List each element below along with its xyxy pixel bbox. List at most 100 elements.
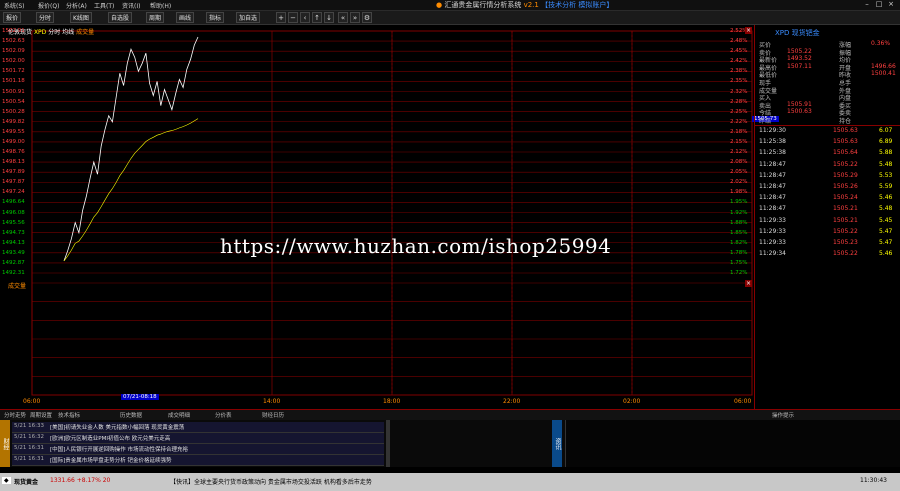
price-chart[interactable]	[0, 25, 753, 409]
quote-value: 1500.63	[787, 108, 812, 116]
quote-label: 持仓	[839, 118, 852, 125]
minimize-icon[interactable]: –	[862, 0, 872, 9]
account-label: 【技术分析 模拟账户】	[541, 1, 614, 9]
quote-panel: XPD 现货钯金 买价 涨幅 0.36% 卖价 1505.22 振幅 最新价 1493.52 均…	[754, 25, 900, 409]
period-button[interactable]: 周期	[146, 12, 165, 23]
close-icon[interactable]: ×	[886, 0, 896, 9]
tick-price: 1505.23	[833, 239, 858, 246]
quote-button[interactable]: 报价	[3, 12, 22, 23]
tab-tips[interactable]: 操作提示	[772, 411, 794, 419]
tick-price: 1505.63	[833, 138, 858, 146]
app-logo-icon: ●	[436, 1, 443, 9]
tick-price: 1505.24	[833, 194, 858, 202]
quote-label: 昨结	[759, 118, 772, 125]
menu-tools[interactable]: 工具(T)	[94, 1, 114, 10]
percent-tick: 2.42%	[730, 58, 748, 65]
average-line	[63, 118, 199, 262]
add-watch-button[interactable]: 加自选	[236, 12, 261, 23]
tick-volume: 5.47	[879, 239, 893, 246]
news-item[interactable]: 5/21 16:31 [中国]人民银行开展逆回购操作 市场流动性保持合理充裕	[12, 444, 384, 455]
fast-back-icon[interactable]: «	[338, 12, 348, 23]
timeshare-button[interactable]: 分时	[36, 12, 55, 23]
tab-period[interactable]: 周期设置	[30, 411, 52, 419]
quote-value: 0.36%	[871, 40, 891, 47]
percent-tick: 2.48%	[730, 38, 748, 45]
tick-volume: 5.88	[879, 149, 893, 157]
price-tick: 1492.87	[2, 259, 25, 266]
tick-price: 1505.21	[833, 216, 858, 224]
price-tick: 1500.54	[2, 98, 25, 105]
tab-indicator[interactable]: 技术指标	[58, 411, 80, 419]
zoom-out-icon[interactable]: −	[288, 12, 298, 23]
price-tick: 1497.87	[2, 179, 25, 186]
zoom-in-icon[interactable]: +	[276, 12, 286, 23]
quote-value: 1500.41	[871, 70, 896, 78]
maximize-icon[interactable]: □	[874, 0, 884, 9]
price-tick: 1501.18	[2, 78, 25, 85]
menu-analysis[interactable]: 分析(A)	[66, 1, 87, 10]
tick-row: 11:25:38 1505.64 5.88	[755, 149, 900, 159]
tick-price: 1505.21	[833, 205, 858, 213]
tick-time: 11:28:47	[759, 205, 786, 213]
percent-tick: 2.05%	[730, 169, 748, 176]
news-item[interactable]: 5/21 16:32 [欧洲]欧元区制造业PMI初值公布 欧元兑美元走高	[12, 433, 384, 444]
tick-price: 1505.64	[833, 149, 858, 157]
tab-history[interactable]: 历史数据	[120, 411, 142, 419]
percent-tick: 1.82%	[730, 239, 748, 246]
tick-volume: 5.46	[879, 194, 893, 202]
tick-volume: 5.46	[879, 250, 893, 258]
fast-forward-icon[interactable]: »	[350, 12, 360, 23]
tick-row: 11:28:47 1505.22 5.48	[755, 161, 900, 171]
menu-system[interactable]: 系统(S)	[4, 1, 25, 10]
news-item[interactable]: 5/21 16:31 [国际]贵金属市场早盘走势分析 钯金价格延续强势	[12, 455, 384, 466]
tab-calendar[interactable]: 财经日历	[262, 411, 284, 419]
price-tick: 1502.91	[2, 28, 25, 34]
start-icon[interactable]: ◆	[2, 477, 11, 484]
info-area	[565, 420, 900, 467]
tick-price: 1505.29	[833, 171, 858, 179]
news-scrollbar[interactable]	[386, 420, 390, 467]
quote-value: 1507.11	[787, 62, 812, 70]
watchlist-button[interactable]: 自选股	[108, 12, 133, 23]
price-tick: 1502.09	[2, 48, 25, 55]
percent-tick: 2.28%	[730, 98, 748, 105]
news-time: 5/21 16:31	[14, 445, 44, 451]
tick-volume: 6.07	[879, 127, 893, 134]
percent-tick: 2.02%	[730, 179, 748, 186]
tick-row: 11:25:38 1505.63 6.89	[755, 138, 900, 148]
tick-row: 11:29:33 1505.23 5.47	[755, 239, 900, 249]
news-item[interactable]: 5/21 16:33 [美国]初请失业金人数 美元指数小幅回落 现货黄金震荡	[12, 422, 384, 433]
info-side-tab[interactable]: 资讯	[552, 420, 562, 467]
menu-info[interactable]: 资讯(I)	[122, 1, 140, 10]
divider	[755, 125, 900, 126]
chart-vol-label: 成交量	[76, 29, 95, 36]
percent-tick: 2.15%	[730, 138, 748, 145]
tab-detail[interactable]: 成交明细	[168, 411, 190, 419]
status-price: 1331.66 +8.17% 20	[50, 477, 111, 484]
settings-icon[interactable]: ⚙	[362, 12, 372, 23]
price-tick: 1497.24	[2, 189, 25, 196]
menu-quote[interactable]: 报价(Q)	[38, 1, 59, 10]
price-tick: 1496.64	[2, 199, 25, 206]
prev-icon[interactable]: ‹	[300, 12, 310, 23]
cursor-time-label: 07/21-08:18	[121, 394, 159, 400]
percent-tick: 1.98%	[730, 189, 748, 196]
percent-tick: 2.08%	[730, 159, 748, 166]
draw-button[interactable]: 画线	[176, 12, 195, 23]
kline-button[interactable]: K线图	[70, 12, 92, 23]
quote-value: 1505.22	[787, 47, 812, 55]
menu-help[interactable]: 帮助(H)	[150, 1, 171, 10]
percent-tick: 1.75%	[730, 259, 748, 266]
indicator-button[interactable]: 指标	[206, 12, 225, 23]
panel-close-icon[interactable]: ×	[745, 27, 753, 34]
tick-row: 11:28:47 1505.21 5.48	[755, 205, 900, 215]
down-arrow-icon[interactable]: ↓	[324, 12, 334, 23]
tab-price-table[interactable]: 分价表	[215, 411, 232, 419]
up-arrow-icon[interactable]: ↑	[312, 12, 322, 23]
quote-value: 1505.91	[787, 100, 812, 108]
tab-timeshare[interactable]: 分时走势	[4, 411, 26, 419]
volume-close-icon[interactable]: ×	[745, 280, 753, 287]
news-side-tab[interactable]: 财经	[0, 420, 10, 467]
price-tick: 1494.73	[2, 229, 25, 236]
tick-row: 11:29:33 1505.22 5.47	[755, 228, 900, 238]
